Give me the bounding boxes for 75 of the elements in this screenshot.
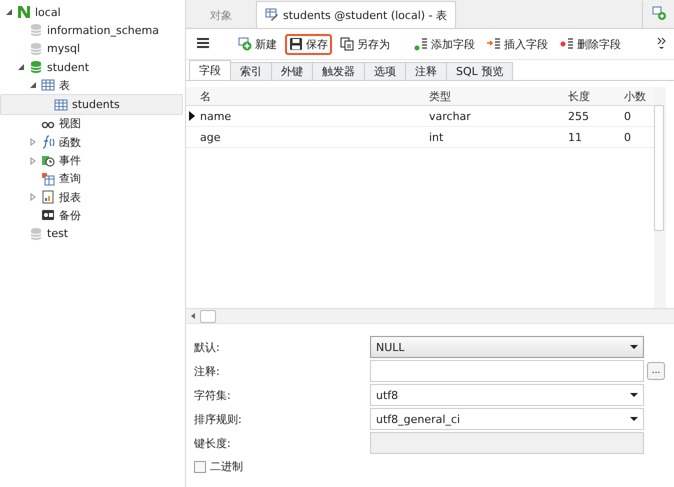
toolbar-button[interactable]: 删除字段 — [556, 34, 625, 54]
table-cell[interactable]: 0 — [622, 130, 652, 144]
document-tab[interactable]: students @student (local) - 表 — [256, 1, 456, 28]
design-tab[interactable]: 触发器 — [312, 62, 365, 80]
backup-icon — [41, 208, 55, 222]
column-header: 类型 — [428, 88, 452, 104]
function-icon — [41, 135, 55, 150]
dropdown-arrow-icon — [630, 416, 638, 422]
tree-item[interactable]: 查询 — [0, 170, 185, 188]
plus-icon — [238, 37, 252, 51]
design-tab[interactable]: 字段 — [189, 60, 231, 80]
input-field[interactable] — [370, 360, 644, 382]
tree-item[interactable]: student — [0, 58, 185, 76]
table-cell[interactable]: 0 — [622, 110, 652, 122]
table-cell[interactable]: varchar — [427, 110, 566, 122]
column-header: 小数 — [623, 88, 647, 104]
dropdown-arrow-icon — [630, 344, 638, 350]
design-tab[interactable]: 索引 — [230, 62, 272, 80]
column-header: 长度 — [567, 88, 591, 104]
table-icon — [54, 98, 68, 112]
ellipsis-button[interactable]: ... — [647, 362, 665, 380]
tree-item[interactable]: test — [0, 224, 185, 243]
tree-item[interactable]: mysql — [0, 40, 185, 58]
delete-field-icon — [560, 37, 574, 51]
tree-item[interactable]: local — [0, 3, 185, 22]
checkbox[interactable] — [194, 460, 206, 472]
tree-item[interactable]: 表 — [0, 76, 185, 94]
add-field-icon — [414, 37, 428, 51]
property-label: 字符集: — [194, 388, 232, 404]
toolbar-button[interactable]: 插入字段 — [483, 34, 552, 54]
dropdown-field[interactable]: utf8_general_ci — [370, 408, 644, 430]
clock-icon — [41, 154, 55, 168]
table-cell[interactable]: 11 — [566, 130, 622, 144]
dropdown-field[interactable]: utf8 — [370, 384, 644, 406]
tree-item[interactable]: 视图 — [0, 114, 185, 134]
scrollbar-thumb[interactable] — [200, 310, 216, 322]
property-label: 键长度: — [194, 436, 232, 452]
insert-field-icon — [487, 37, 501, 51]
dropdown-arrow-icon — [630, 392, 638, 398]
table-cell[interactable]: int — [427, 130, 566, 144]
toolbar-button[interactable]: 另存为 — [336, 34, 394, 54]
table-cell[interactable]: age — [198, 130, 427, 144]
tree-item[interactable]: 函数 — [0, 133, 185, 152]
property-label: 排序规则: — [194, 412, 243, 428]
tree-item[interactable]: information_schema — [0, 21, 185, 40]
table-cell[interactable]: name — [198, 110, 427, 122]
dropdown-field[interactable]: NULL — [370, 336, 644, 358]
tree-item[interactable]: 事件 — [0, 151, 185, 170]
vertical-scrollbar[interactable] — [654, 87, 666, 308]
toolbar-button[interactable]: 保存 — [285, 34, 332, 54]
query-icon — [41, 172, 55, 186]
toolbar-button[interactable]: 添加字段 — [410, 34, 479, 54]
add-table-icon — [652, 6, 666, 20]
checkbox-label: 二进制 — [210, 459, 243, 474]
table-icon — [41, 78, 55, 92]
left-arrow-icon — [190, 312, 196, 320]
tree-item[interactable]: 备份 — [0, 206, 185, 225]
property-label: 注释: — [194, 364, 221, 380]
column-header: 名 — [199, 88, 212, 104]
tree-item[interactable]: 报表 — [0, 188, 185, 206]
design-tab[interactable]: 注释 — [405, 62, 447, 80]
property-label: 默认: — [194, 340, 221, 356]
horizontal-scrollbar[interactable] — [186, 309, 674, 324]
design-tab[interactable]: 选项 — [364, 62, 406, 80]
table-cell[interactable]: 255 — [566, 110, 622, 122]
tree-item[interactable]: students — [0, 94, 183, 115]
copy-icon — [340, 37, 354, 51]
connection-icon — [17, 5, 31, 20]
toolbar-button[interactable]: 新建 — [234, 34, 281, 54]
table-edit-icon — [265, 8, 279, 22]
chevron-icon — [656, 36, 668, 50]
menu-icon — [196, 36, 210, 50]
design-tab[interactable]: 外键 — [271, 62, 313, 80]
report-icon — [41, 190, 55, 204]
design-tab[interactable]: SQL 预览 — [446, 62, 514, 80]
